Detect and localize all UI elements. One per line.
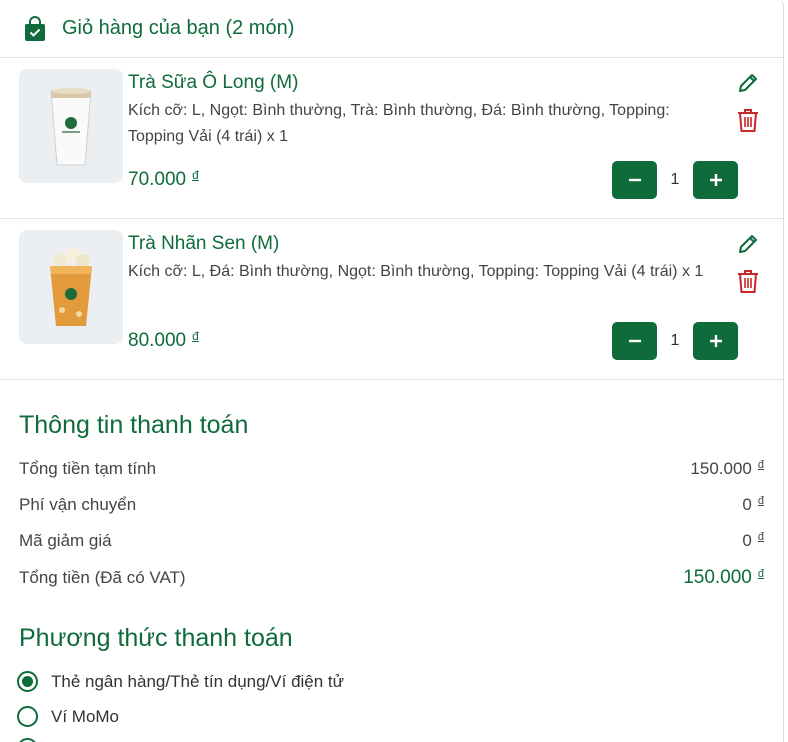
payment-option-label: Ví MoMo — [51, 706, 120, 726]
quantity-stepper: 1 — [612, 161, 738, 199]
amount: 0 — [742, 531, 752, 550]
radio-unselected[interactable] — [17, 738, 38, 742]
cart-title: Giỏ hàng của bạn (2 món) — [62, 17, 295, 39]
decrease-quantity-button[interactable] — [612, 322, 657, 360]
decrease-quantity-button[interactable] — [612, 161, 657, 199]
product-image[interactable] — [19, 230, 123, 344]
lychee-tea-cup-image — [50, 247, 92, 326]
trash-icon[interactable] — [737, 108, 759, 132]
minus-icon — [628, 339, 641, 343]
product-options: Kích cỡ: L, Ngọt: Bình thường, Trà: Bình… — [128, 102, 670, 145]
payment-option-label: Thẻ ngân hàng/Thẻ tín dụng/Ví điện tử — [51, 671, 345, 691]
shopping-bag-icon — [25, 15, 45, 41]
row-value: 150.000 đ — [683, 567, 764, 589]
row-label: Phí vận chuyển — [19, 495, 137, 514]
payment-option-partial[interactable] — [17, 738, 51, 742]
amount: 150.000 — [683, 567, 752, 588]
plus-icon — [709, 174, 722, 186]
product-name[interactable]: Trà Sữa Ô Long (M) — [128, 72, 298, 94]
milk-tea-cup-image — [50, 88, 92, 166]
cart-item: Trà Nhãn Sen (M) Kích cỡ: L, Đá: Bình th… — [0, 219, 783, 380]
amount: 150.000 — [690, 459, 752, 478]
row-label: Tổng tiền (Đã có VAT) — [19, 568, 186, 587]
radio-selected[interactable] — [17, 671, 38, 692]
plus-icon — [709, 335, 722, 347]
amount: 0 — [742, 495, 752, 514]
subtotal-row: Tổng tiền tạm tính 150.000 đ — [19, 457, 764, 481]
increase-quantity-button[interactable] — [693, 322, 738, 360]
payment-info-title: Thông tin thanh toán — [19, 411, 249, 439]
pencil-icon[interactable] — [736, 71, 760, 95]
product-price: 70.000 đ — [128, 168, 199, 191]
cart-panel: Giỏ hàng của bạn (2 món) Trà Sữa Ô Long … — [0, 0, 784, 742]
payment-option-momo[interactable]: Ví MoMo — [17, 706, 119, 727]
product-name[interactable]: Trà Nhãn Sen (M) — [128, 233, 279, 255]
row-label: Mã giảm giá — [19, 531, 112, 550]
quantity-stepper: 1 — [612, 322, 738, 360]
shipping-fee-row: Phí vận chuyển 0đ — [19, 493, 764, 517]
payment-method-title: Phương thức thanh toán — [19, 624, 293, 652]
increase-quantity-button[interactable] — [693, 161, 738, 199]
row-value: 150.000 đ — [690, 459, 764, 479]
product-options: Kích cỡ: L, Đá: Bình thường, Ngọt: Bình … — [128, 263, 704, 280]
total-row: Tổng tiền (Đã có VAT) 150.000 đ — [19, 566, 764, 590]
currency-symbol: đ — [757, 495, 764, 507]
discount-row: Mã giảm giá 0đ — [19, 529, 764, 553]
currency-symbol: đ — [192, 329, 199, 343]
price-value: 80.000 — [128, 330, 187, 351]
cart-item: Trà Sữa Ô Long (M) Kích cỡ: L, Ngọt: Bìn… — [0, 58, 783, 219]
radio-dot — [22, 676, 33, 687]
row-label: Tổng tiền tạm tính — [19, 459, 157, 478]
product-price: 80.000 đ — [128, 329, 199, 352]
row-value: 0đ — [742, 495, 764, 515]
price-value: 70.000 — [128, 169, 187, 190]
radio-unselected[interactable] — [17, 706, 38, 727]
currency-symbol: đ — [757, 568, 764, 580]
payment-option-card[interactable]: Thẻ ngân hàng/Thẻ tín dụng/Ví điện tử — [17, 671, 344, 692]
quantity-value: 1 — [670, 171, 680, 188]
minus-icon — [628, 178, 641, 182]
pencil-icon[interactable] — [736, 232, 760, 256]
product-image[interactable] — [19, 69, 123, 183]
currency-symbol: đ — [757, 531, 764, 543]
cart-header: Giỏ hàng của bạn (2 món) — [0, 0, 783, 58]
trash-icon[interactable] — [737, 269, 759, 293]
quantity-value: 1 — [670, 332, 680, 349]
currency-symbol: đ — [192, 168, 199, 182]
currency-symbol: đ — [757, 459, 764, 471]
row-value: 0đ — [742, 531, 764, 551]
